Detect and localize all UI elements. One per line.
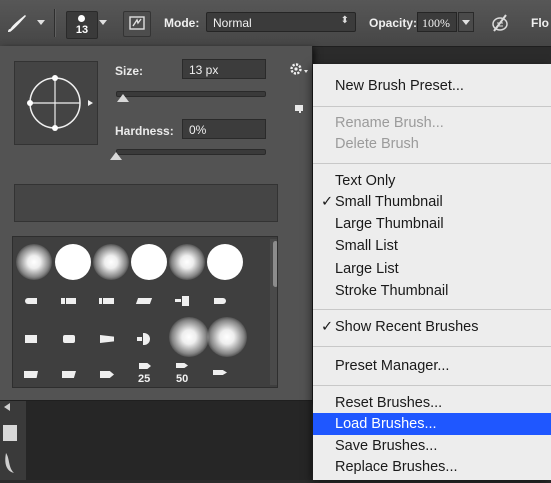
brush-preset-flyout-menu: New Brush Preset... Rename Brush... Dele… xyxy=(313,64,551,480)
menu-item-reset-brushes[interactable]: Reset Brushes... xyxy=(313,392,551,414)
document-canvas xyxy=(0,401,312,480)
flow-label: Flo xyxy=(531,16,549,30)
menu-item-large-thumbnail[interactable]: Large Thumbnail xyxy=(313,213,551,235)
blend-mode-value: Normal xyxy=(213,16,252,30)
menu-item-new-brush-preset[interactable]: New Brush Preset... xyxy=(313,75,551,97)
tool-preset-dropdown-icon[interactable] xyxy=(37,20,45,25)
blend-mode-select[interactable]: Normal ⬍ xyxy=(206,12,356,32)
brush-angle-roundness-icon xyxy=(27,75,93,131)
brush-tip-preset[interactable] xyxy=(57,357,93,387)
menu-item-show-recent-brushes[interactable]: ✓ Show Recent Brushes xyxy=(313,316,551,338)
opacity-label: Opacity: xyxy=(369,16,418,30)
menu-item-delete-brush: Delete Brush xyxy=(335,136,419,152)
menu-item-large-list[interactable]: Large List xyxy=(313,258,551,280)
brush-size-number: 25 xyxy=(138,373,151,385)
brush-tip-preset[interactable]: 25 xyxy=(133,357,169,387)
scrollbar-thumb[interactable] xyxy=(273,241,277,287)
chevron-down-icon xyxy=(462,20,470,25)
brush-preset-picker-button[interactable]: 13 xyxy=(66,11,98,39)
brush-tip-preset[interactable]: 50 xyxy=(171,357,207,387)
brush-dot-icon xyxy=(78,15,85,22)
brush-tip-preset[interactable] xyxy=(95,321,131,357)
brush-angle-preview[interactable] xyxy=(14,61,98,145)
brush-thumbnail-grid: 25 50 xyxy=(12,236,278,388)
size-slider-track[interactable] xyxy=(116,91,266,97)
gear-icon[interactable] xyxy=(287,59,311,79)
brush-panel-toggle-button[interactable] xyxy=(123,11,151,37)
brush-tip-preset[interactable] xyxy=(209,283,245,319)
mode-label: Mode: xyxy=(164,16,200,30)
new-preset-icon[interactable] xyxy=(294,102,304,113)
brush-size-readout: 13 xyxy=(75,24,89,36)
select-arrows-icon: ⬍ xyxy=(340,15,349,26)
menu-item-text-only[interactable]: Text Only xyxy=(313,170,551,192)
brush-tip-preset[interactable] xyxy=(95,283,131,319)
brush-tip-preset[interactable] xyxy=(19,283,55,319)
preset-name-field[interactable] xyxy=(14,184,278,222)
menu-separator xyxy=(313,346,551,347)
menu-item-stroke-thumbnail[interactable]: Stroke Thumbnail xyxy=(313,280,551,302)
brush-tip-preset[interactable] xyxy=(133,321,169,357)
opacity-input[interactable]: 100% xyxy=(417,12,457,32)
hard-round-brush-preset[interactable] xyxy=(131,244,167,280)
menu-separator xyxy=(313,309,551,310)
menu-item-preset-manager[interactable]: Preset Manager... xyxy=(313,355,551,377)
soft-round-brush-preset[interactable] xyxy=(169,317,209,357)
menu-item-small-thumbnail[interactable]: ✓ Small Thumbnail xyxy=(313,191,551,213)
size-label: Size: xyxy=(115,64,144,78)
brush-tip-preset[interactable] xyxy=(171,283,207,319)
menu-item-small-list[interactable]: Small List xyxy=(313,235,551,257)
menu-separator xyxy=(313,106,551,107)
soft-round-brush-preset[interactable] xyxy=(169,244,205,280)
brush-preset-picker-panel: Size: 13 px Hardness: 0% 25 50 xyxy=(0,46,313,401)
hardness-slider-thumb[interactable] xyxy=(110,152,122,160)
menu-item-rename-brush: Rename Brush... xyxy=(335,115,444,131)
chevron-down-icon[interactable] xyxy=(99,20,107,25)
hardness-label: Hardness: xyxy=(115,124,174,138)
brush-tip-preset[interactable] xyxy=(209,357,245,387)
menu-separator xyxy=(313,385,551,386)
brush-tip-preset[interactable] xyxy=(19,321,55,357)
size-slider-thumb[interactable] xyxy=(117,94,130,102)
hard-round-brush-preset[interactable] xyxy=(207,244,243,280)
brush-tool-icon[interactable] xyxy=(6,12,28,34)
hardness-slider-track[interactable] xyxy=(116,149,266,155)
options-bar: 13 Mode: Normal ⬍ Opacity: 100% Flo xyxy=(0,0,551,47)
brush-tip-preset[interactable] xyxy=(19,357,55,387)
divider xyxy=(54,9,56,37)
brush-size-number: 50 xyxy=(176,373,189,385)
checkmark-icon: ✓ xyxy=(321,319,334,335)
checkmark-icon: ✓ xyxy=(321,194,334,210)
menu-item-replace-brushes[interactable]: Replace Brushes... xyxy=(313,456,551,478)
brush-tip-preset[interactable] xyxy=(57,283,93,319)
pressure-opacity-icon[interactable] xyxy=(488,11,512,35)
soft-round-brush-preset[interactable] xyxy=(93,244,129,280)
hard-round-brush-preset[interactable] xyxy=(55,244,91,280)
soft-round-brush-preset[interactable] xyxy=(16,244,52,280)
brush-tip-preset[interactable] xyxy=(133,283,169,319)
brush-panel-icon xyxy=(129,16,145,30)
menu-separator xyxy=(313,163,551,164)
tools-panel-edge xyxy=(0,401,26,480)
tool-icons xyxy=(3,403,17,473)
menu-item-save-brushes[interactable]: Save Brushes... xyxy=(313,435,551,457)
brush-tip-preset[interactable] xyxy=(57,321,93,357)
brush-tip-preset[interactable] xyxy=(95,357,131,387)
opacity-slider-button[interactable] xyxy=(458,12,474,32)
size-input[interactable]: 13 px xyxy=(182,59,266,79)
soft-round-brush-preset[interactable] xyxy=(207,317,247,357)
menu-item-load-brushes[interactable]: Load Brushes... xyxy=(313,413,551,435)
hardness-input[interactable]: 0% xyxy=(182,119,266,139)
